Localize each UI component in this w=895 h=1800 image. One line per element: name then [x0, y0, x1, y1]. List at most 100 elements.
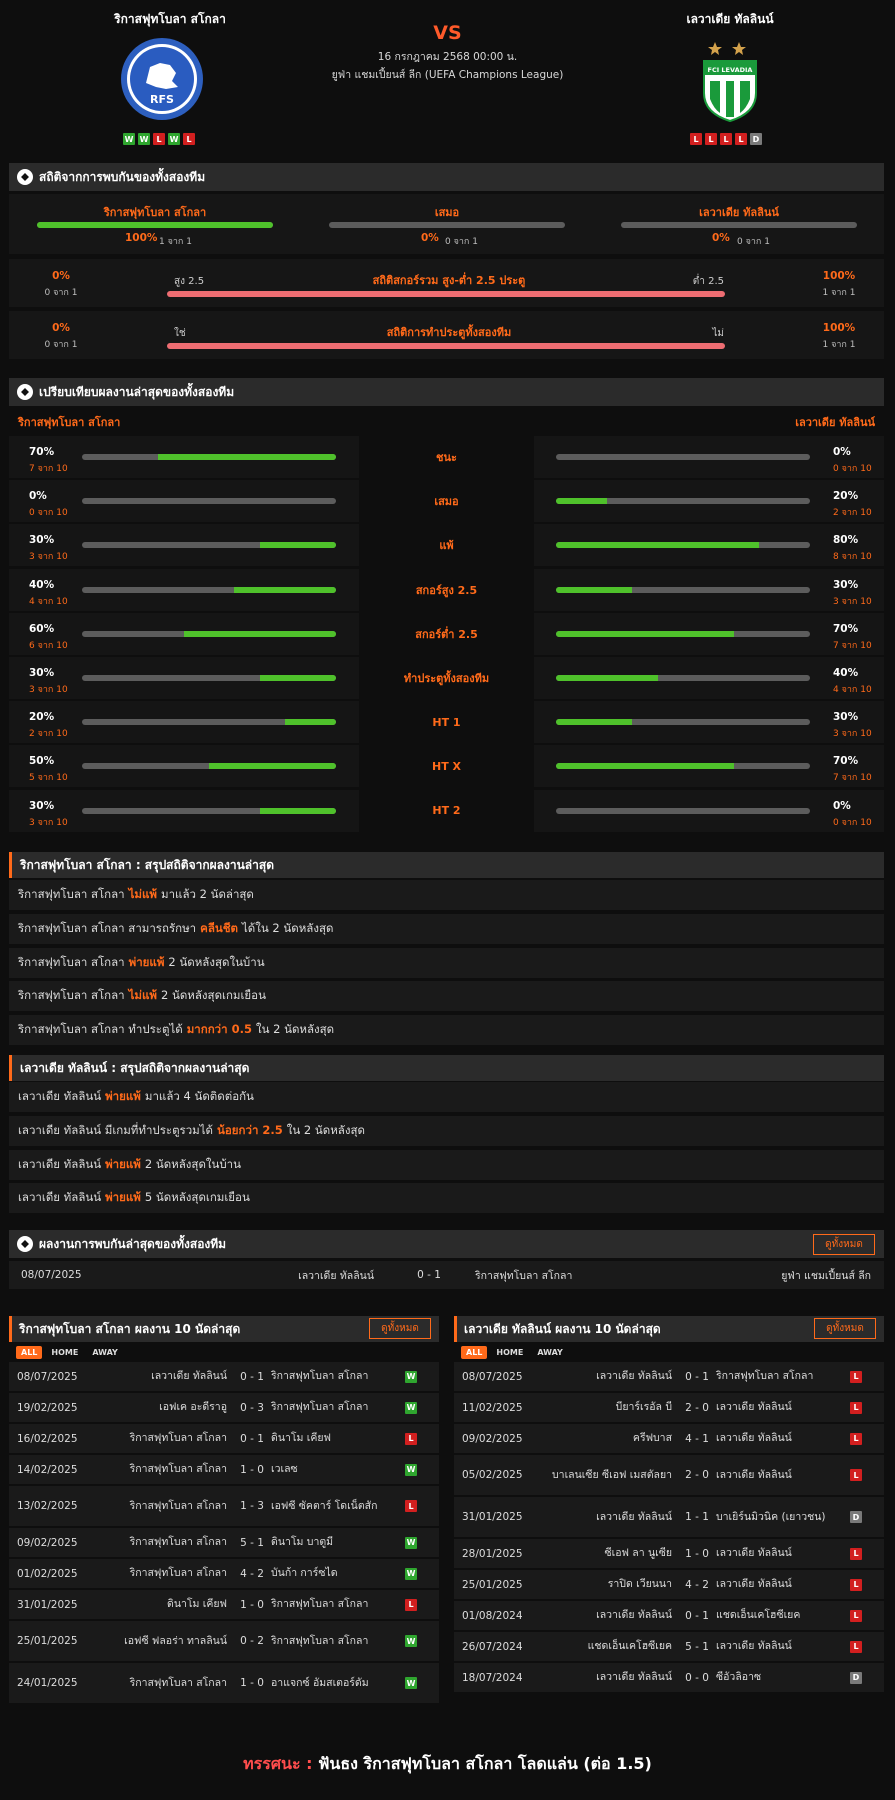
summary-text: ริกาสฟุทโบลา สโกลา — [18, 954, 125, 969]
tab-home[interactable]: HOME — [46, 1346, 83, 1359]
btts-panel: 0% 0 จาก 1 ใช่ สถิติการทำประตูทั้งสองทีม… — [9, 311, 884, 359]
last10-view-all-button[interactable]: ดูทั้งหมด — [814, 1318, 876, 1339]
match-home: ริกาสฟุทโบลา สโกลา — [129, 1499, 227, 1512]
match-date: 19/02/2025 — [17, 1401, 78, 1414]
h2h-view-all-button[interactable]: ดูทั้งหมด — [813, 1234, 875, 1255]
match-home: ดินาโม เคียฟ — [167, 1598, 227, 1611]
result-badge: L — [405, 1500, 417, 1512]
h2h-results-title: ผลงานการพบกันล่าสุดของทั้งสองทีม — [39, 1236, 227, 1251]
home-count: 3 จาก 10 — [29, 685, 68, 695]
tab-home[interactable]: HOME — [491, 1346, 528, 1359]
match-row[interactable]: 28/01/2025 ซีเอฟ ลา นูเซีย 1 - 0 เลวาเดีย ท… — [454, 1539, 884, 1568]
match-date: 25/01/2025 — [17, 1635, 78, 1647]
summary-row: ริกาสฟุทโบลา สโกลา ทำประตูได้ มากกว่า 0.5… — [9, 1015, 884, 1046]
over-under-panel: 0% 0 จาก 1 สูง 2.5 สถิติสกอร์รวม สูง-ต่ำ… — [9, 259, 884, 307]
match-away: แชดเอ็นเคโฮซีเยค — [716, 1609, 801, 1622]
tab-away[interactable]: AWAY — [532, 1346, 568, 1359]
match-away: บันก้า การ์ซได — [271, 1567, 338, 1580]
match-row[interactable]: 01/08/2024 เลวาเดีย ทัลลินน์ 0 - 1 แชดเอ็นเ… — [454, 1601, 884, 1630]
match-row[interactable]: 09/02/2025 ริกาสฟุทโบลา สโกลา 5 - 1 ดินาโม … — [9, 1528, 439, 1557]
home-bar — [82, 542, 336, 549]
match-score: 0 - 3 — [240, 1401, 264, 1414]
summary-row: เลวาเดีย ทัลลินน์ พ่ายแพ้ มาแล้ว 4 นัดติดต… — [9, 1082, 884, 1112]
away-form: LLLLD — [690, 133, 762, 145]
match-row[interactable]: 26/07/2024 แชดเอ็นเคโฮซีเยค 5 - 1 เลวาเดีย … — [454, 1632, 884, 1661]
match-row[interactable]: 11/02/2025 บียาร์เรอัล บี 2 - 0 เลวาเดีย ทั… — [454, 1393, 884, 1422]
h2h-result-row[interactable]: 08/07/2025 เลวาเดีย ทัลลินน์ 0 - 1 ริกาส… — [9, 1261, 884, 1289]
away-summary-header: เลวาเดีย ทัลลินน์ : สรุปสถิติจากผลงานล่า… — [9, 1055, 884, 1081]
match-away: ซีอัวลิอาซ — [716, 1671, 762, 1684]
h2h-away-bar — [621, 222, 857, 228]
tab-all[interactable]: ALL — [461, 1346, 488, 1359]
compare-label: HT X — [359, 745, 534, 788]
match-row[interactable]: 16/02/2025 ริกาสฟุทโบลา สโกลา 0 - 1 ดินาโม … — [9, 1424, 439, 1453]
summary-row: เลวาเดีย ทัลลินน์ พ่ายแพ้ 2 นัดหลังสุดในบ้… — [9, 1149, 884, 1180]
summary-text: ใน 2 นัดหลังสุด — [286, 1122, 365, 1137]
btts-right-cnt: 1 จาก 1 — [822, 340, 856, 350]
result-badge: W — [405, 1536, 417, 1549]
home-form: WWLWL — [123, 133, 195, 145]
last10-view-all-button[interactable]: ดูทั้งหมด — [369, 1318, 431, 1339]
compare-row: 60% 6 จาก 10 สกอร์ต่ำ 2.5 70% 7 จาก 10 — [9, 612, 884, 655]
away-bar — [556, 807, 810, 814]
match-row[interactable]: 01/02/2025 ริกาสฟุทโบลา สโกลา 4 - 2 บันก้า … — [9, 1559, 439, 1588]
home-count: 3 จาก 10 — [29, 552, 68, 563]
away-count: 2 จาก 10 — [833, 508, 872, 519]
match-row[interactable]: 05/02/2025 บาเลนเซีย ซีเอฟ เมสตัลยา 2 - 0 เ… — [454, 1455, 884, 1495]
tab-all[interactable]: ALL — [16, 1346, 43, 1359]
h2h-result-date: 08/07/2025 — [21, 1269, 82, 1281]
btts-bar — [167, 343, 725, 349]
summary-row: ริกาสฟุทโบลา สโกลา ไม่แพ้ มาแล้ว 2 นัดล่าส… — [9, 880, 884, 910]
away-count: 7 จาก 10 — [833, 640, 872, 651]
summary-text: มาแล้ว 2 นัดล่าสุด — [161, 887, 254, 901]
match-score: 5 - 1 — [685, 1640, 709, 1653]
home-bar — [82, 719, 336, 726]
h2h-result-score: 0 - 1 — [417, 1269, 441, 1281]
match-away: ดินาโม เคียฟ — [271, 1432, 331, 1445]
match-date: 28/01/2025 — [462, 1547, 523, 1560]
home-bar — [82, 630, 336, 637]
match-row[interactable]: 14/02/2025 ริกาสฟุทโบลา สโกลา 1 - 0 เวเลซ W — [9, 1455, 439, 1484]
match-row[interactable]: 08/07/2025 เลวาเดีย ทัลลินน์ 0 - 1 ริกาสฟุท… — [454, 1362, 884, 1391]
summary-highlight: พ่ายแพ้ — [128, 954, 165, 969]
match-row[interactable]: 31/01/2025 ดินาโม เคียฟ 1 - 0 ริกาสฟุทโบลา … — [9, 1590, 439, 1619]
summary-highlight: มากกว่า 0.5 — [186, 1022, 252, 1037]
match-date: 24/01/2025 — [17, 1677, 78, 1689]
match-date: 01/08/2024 — [462, 1609, 523, 1622]
result-badge: L — [850, 1547, 862, 1560]
btts-right-pct: 100% — [822, 322, 856, 334]
match-row[interactable]: 08/07/2025 เลวาเดีย ทัลลินน์ 0 - 1 ริกาสฟุท… — [9, 1362, 439, 1391]
match-row[interactable]: 09/02/2025 ครีฟบาส 4 - 1 เลวาเดีย ทัลลินน์ L — [454, 1424, 884, 1453]
away-bar — [556, 586, 810, 593]
match-away: เลวาเดีย ทัลลินน์ — [716, 1401, 792, 1414]
match-row[interactable]: 19/02/2025 เอฟเค อะดีราอู 0 - 3 ริกาสฟุทโบล… — [9, 1393, 439, 1422]
tab-away[interactable]: AWAY — [87, 1346, 123, 1359]
compare-label: สกอร์ต่ำ 2.5 — [359, 612, 534, 655]
match-row[interactable]: 18/07/2024 เลวาเดีย ทัลลินน์ 0 - 0 ซีอัวลิอ… — [454, 1663, 884, 1692]
match-score: 2 - 0 — [685, 1469, 709, 1481]
away-pct: 70% — [833, 755, 859, 768]
match-home: เลวาเดีย ทัลลินน์ — [596, 1671, 672, 1684]
match-date: 31/01/2025 — [462, 1511, 523, 1523]
summary-text: ริกาสฟุทโบลา สโกลา สามารถรักษา — [18, 920, 197, 935]
match-home: เอฟซี ฟลอร่า ทาลลินน์ — [124, 1634, 227, 1647]
match-row[interactable]: 25/01/2025 เอฟซี ฟลอร่า ทาลลินน์ 0 - 2 ริกา… — [9, 1621, 439, 1661]
h2h-away-pct: 0% — [712, 232, 730, 244]
match-score: 1 - 0 — [685, 1547, 709, 1560]
summary-row: เลวาเดีย ทัลลินน์ มีเกมที่ทำประตูรวมได้น… — [9, 1115, 884, 1146]
match-away: อาแจกซ์ อัมสเตอร์ดัม — [271, 1676, 369, 1689]
home-count: 2 จาก 10 — [29, 729, 68, 740]
away-bar — [556, 498, 810, 505]
compare-row: 0% 0 จาก 10 เสมอ 20% 2 จาก 10 — [9, 480, 884, 523]
match-date: 26/07/2024 — [462, 1640, 523, 1653]
form-badge: L — [183, 133, 195, 145]
match-row[interactable]: 25/01/2025 ราปิด เวียนนา 4 - 2 เลวาเดีย ทัล… — [454, 1570, 884, 1599]
compare-title: เปรียบเทียบผลงานล่าสุดของทั้งสองทีม — [39, 384, 235, 399]
compare-row: 30% 3 จาก 10 ทำประตูทั้งสองทีม 40% 4 จาก 10 — [9, 657, 884, 699]
match-row[interactable]: 13/02/2025 ริกาสฟุทโบลา สโกลา 1 - 3 เอฟซี ซ… — [9, 1486, 439, 1526]
match-row[interactable]: 24/01/2025 ริกาสฟุทโบลา สโกลา 1 - 0 อาแจกซ์… — [9, 1663, 439, 1703]
match-away: เวเลซ — [271, 1463, 298, 1476]
match-row[interactable]: 31/01/2025 เลวาเดีย ทัลลินน์ 1 - 1 บาเยิร์น… — [454, 1497, 884, 1537]
match-home: เลวาเดีย ทัลลินน์ — [596, 1510, 672, 1523]
result-badge: W — [405, 1463, 417, 1476]
